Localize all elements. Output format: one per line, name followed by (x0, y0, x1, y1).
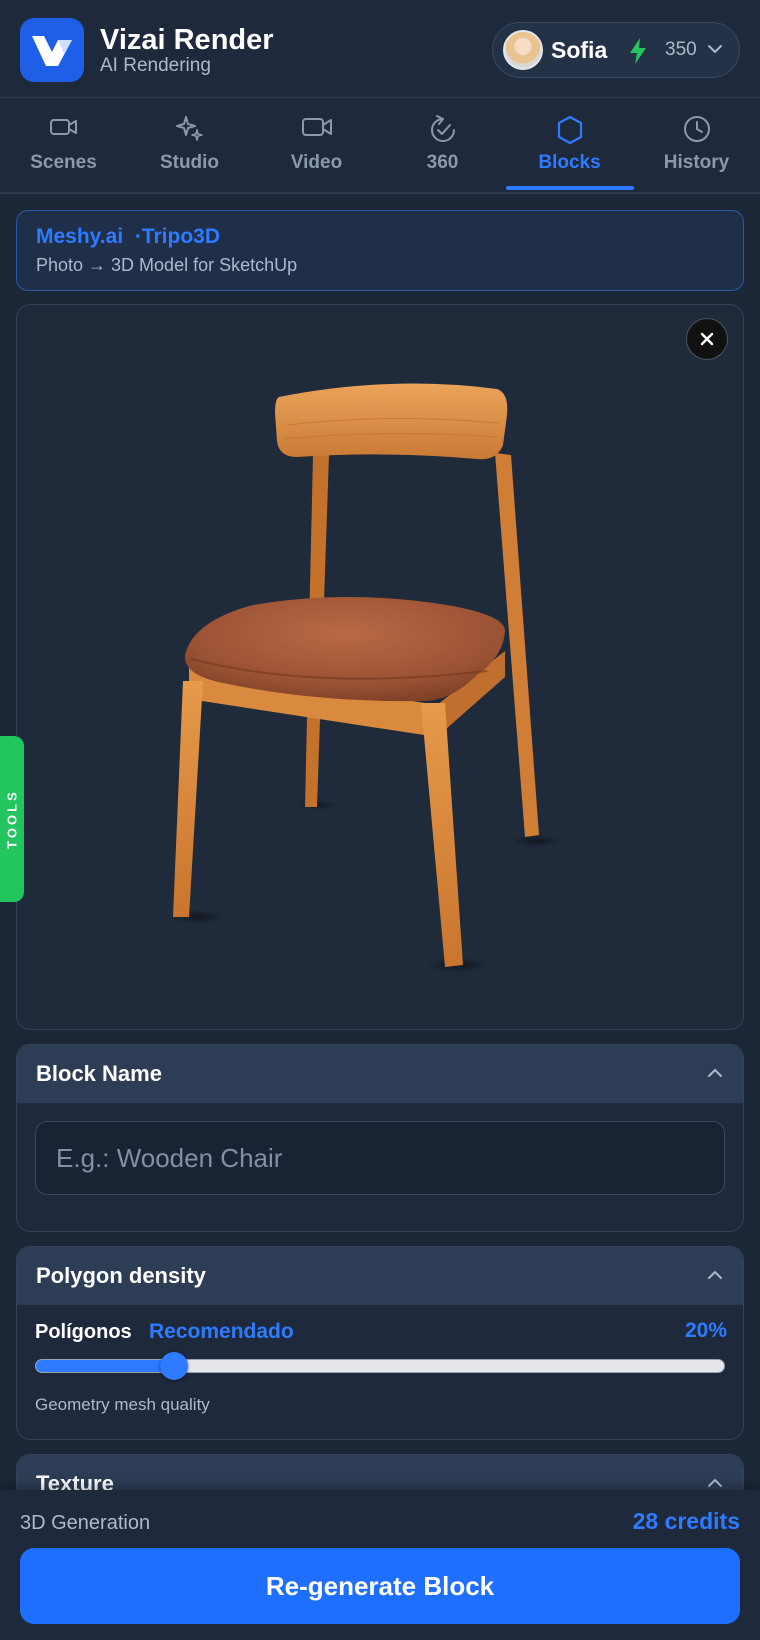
polygon-value: 20% (684, 1319, 727, 1342)
provider-description: Photo → 3D Model for SketchUp (36, 255, 298, 275)
vizai-logo-icon (32, 36, 72, 66)
active-tab-indicator (506, 186, 634, 190)
clock-icon (683, 116, 710, 142)
provider-banner: Meshy.ai ·Tripo3D Photo → 3D Model for S… (16, 210, 744, 291)
tab-history[interactable]: History (633, 98, 760, 192)
generation-label: 3D Generation (20, 1512, 151, 1534)
block-name-header[interactable]: Block Name (17, 1045, 743, 1103)
sparkles-icon (175, 116, 203, 141)
tab-label: Blocks (538, 152, 601, 173)
chair-image (169, 383, 563, 973)
block-name-input[interactable] (35, 1121, 725, 1195)
tab-blocks[interactable]: Blocks (506, 98, 633, 192)
slider-handle[interactable] (159, 1352, 188, 1380)
app-title: Vizai Render (100, 24, 274, 56)
main-tabs: Scenes Studio Video 360 Blocks History (0, 98, 760, 194)
app-logo (20, 18, 84, 82)
recommended-label: Recomendado (149, 1320, 294, 1343)
user-name: Sofia (551, 37, 608, 63)
tab-video[interactable]: Video (253, 98, 380, 192)
panel-title: Block Name (36, 1061, 162, 1086)
tab-label: Scenes (30, 152, 97, 173)
lightning-bolt-icon (630, 38, 646, 64)
hexagon-icon (557, 115, 582, 145)
tools-label: TOOLS (4, 789, 20, 849)
chevron-up-icon (708, 1068, 722, 1077)
tab-label: 360 (426, 152, 459, 173)
panel-title: Polygon density (36, 1263, 206, 1288)
tab-label: History (663, 152, 730, 173)
polygon-hint: Geometry mesh quality (35, 1395, 210, 1414)
close-icon (700, 332, 714, 346)
polygon-density-slider[interactable] (35, 1352, 725, 1380)
avatar (503, 30, 543, 70)
chevron-up-icon (708, 1478, 722, 1487)
block-name-panel: Block Name (16, 1044, 744, 1232)
polygons-label: Polígonos (35, 1321, 132, 1343)
user-menu-button[interactable]: Sofia 350 (492, 22, 740, 78)
video-camera-icon (49, 119, 77, 135)
tab-scenes[interactable]: Scenes (0, 98, 127, 192)
generation-footer: 3D Generation 28 credits Re-generate Blo… (0, 1490, 760, 1640)
tab-label: Studio (159, 152, 220, 173)
app-subtitle: AI Rendering (100, 55, 211, 76)
tab-360[interactable]: 360 (379, 98, 506, 192)
uploaded-photo-preview (16, 304, 744, 1030)
rotate-360-icon (430, 115, 455, 142)
video-icon (301, 118, 332, 136)
tools-drawer-tab[interactable]: TOOLS (0, 736, 24, 902)
tab-studio[interactable]: Studio (126, 98, 253, 192)
chevron-down-icon (708, 45, 722, 54)
credit-count: 350 (665, 39, 697, 60)
tab-label: Video (290, 152, 343, 173)
regenerate-block-button[interactable]: Re-generate Block (20, 1548, 740, 1624)
chevron-up-icon (708, 1270, 722, 1279)
polygon-density-panel: Polygon density Polígonos Recomendado 20… (16, 1246, 744, 1440)
provider-names: Meshy.ai ·Tripo3D (36, 225, 220, 248)
remove-image-button[interactable] (686, 318, 728, 360)
polygon-density-header[interactable]: Polygon density (17, 1247, 743, 1305)
slider-fill (36, 1360, 174, 1372)
generation-cost: 28 credits (632, 1508, 740, 1534)
app-header: Vizai Render AI Rendering Sofia 350 (0, 0, 760, 98)
